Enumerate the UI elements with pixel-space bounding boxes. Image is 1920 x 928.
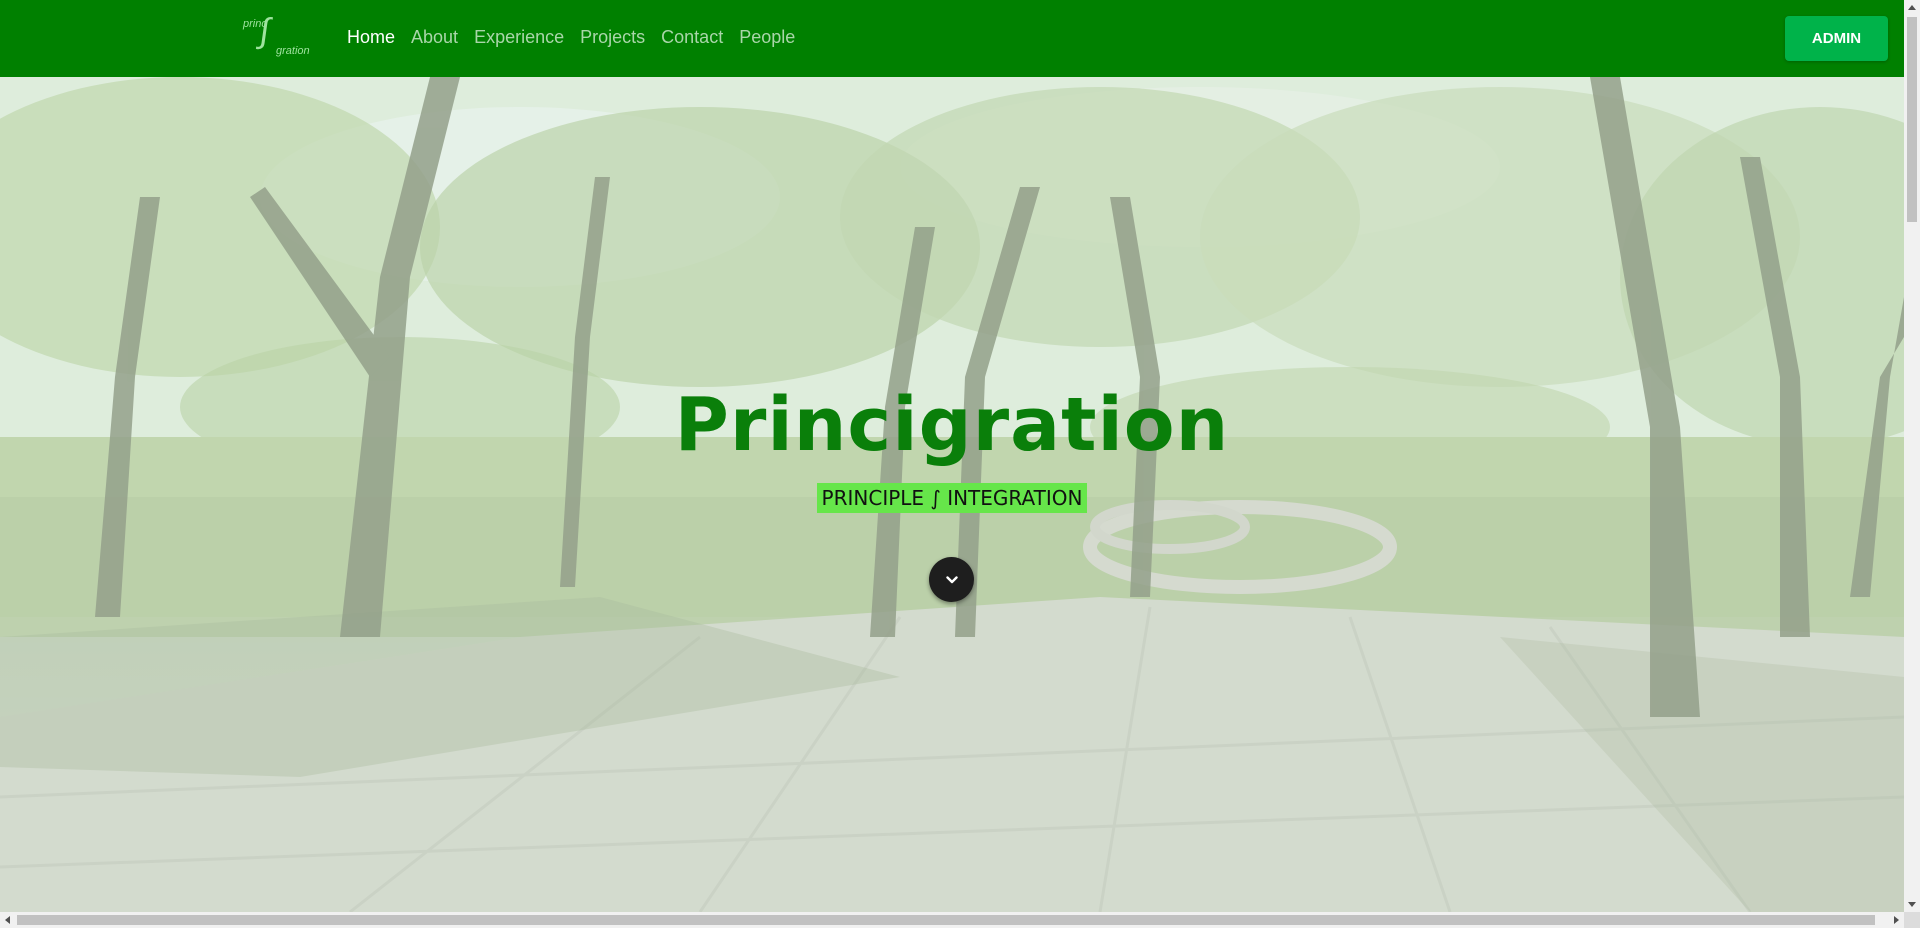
scroll-down-button[interactable]	[929, 557, 974, 602]
nav-link-contact[interactable]: Contact	[661, 27, 723, 48]
logo-bottom-text: gration	[276, 45, 310, 57]
nav-link-home[interactable]: Home	[347, 27, 395, 48]
hero-subtitle-wrapper: PRINCIPLE ∫ INTEGRATION	[0, 483, 1904, 513]
hero-title: Princigration	[674, 382, 1230, 468]
top-navbar: princ ∫ gration Home About Experience Pr…	[0, 0, 1904, 77]
scroll-down-arrow-icon[interactable]	[1908, 902, 1916, 907]
nav-link-projects[interactable]: Projects	[580, 27, 645, 48]
scroll-right-arrow-icon[interactable]	[1894, 916, 1899, 924]
chevron-down-icon	[945, 575, 958, 583]
nav-links: Home About Experience Projects Contact P…	[347, 27, 811, 48]
horizontal-scrollbar[interactable]	[0, 912, 1904, 928]
nav-link-experience[interactable]: Experience	[474, 27, 564, 48]
admin-button[interactable]: ADMIN	[1785, 16, 1888, 61]
scroll-left-arrow-icon[interactable]	[5, 916, 10, 924]
nav-link-about[interactable]: About	[411, 27, 458, 48]
vertical-scrollbar[interactable]	[1904, 0, 1920, 912]
nav-link-people[interactable]: People	[739, 27, 795, 48]
scrollbar-corner	[1904, 912, 1920, 928]
hero-subtitle: PRINCIPLE ∫ INTEGRATION	[816, 483, 1088, 513]
vertical-scroll-thumb[interactable]	[1907, 17, 1917, 222]
hero-section: Princigration PRINCIPLE ∫ INTEGRATION	[0, 77, 1904, 912]
site-logo[interactable]: princ ∫ gration	[240, 12, 314, 62]
horizontal-scroll-thumb[interactable]	[17, 915, 1875, 925]
scroll-up-arrow-icon[interactable]	[1908, 5, 1916, 10]
